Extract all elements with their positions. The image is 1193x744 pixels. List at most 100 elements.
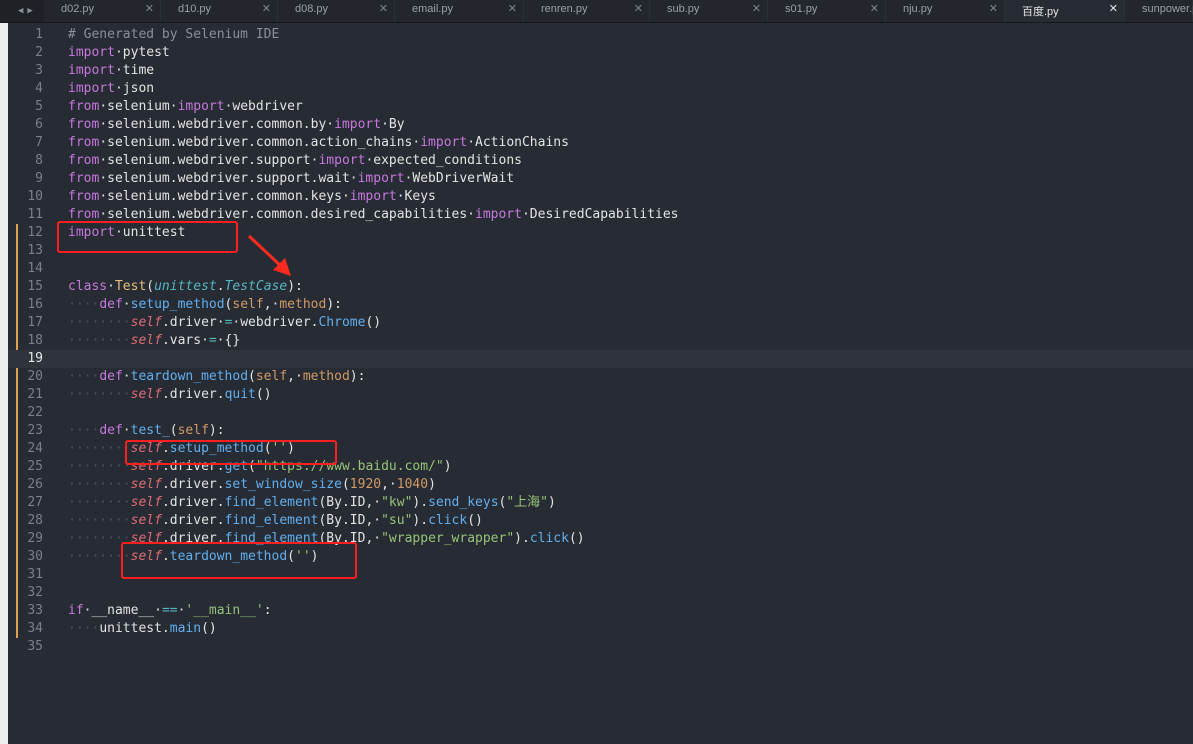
- highlight-import-unittest: [57, 221, 238, 253]
- code-line[interactable]: 23 ····def·test_(self):: [8, 422, 1193, 440]
- code-token: ·: [122, 369, 131, 384]
- code-line[interactable]: 2 import·pytest: [8, 44, 1193, 62]
- code-token: ): [548, 495, 556, 510]
- code-line[interactable]: 20 ····def·teardown_method(self,·method):: [8, 368, 1193, 386]
- code-line[interactable]: 15 class·Test(unittest.TestCase):: [8, 278, 1193, 296]
- code-line[interactable]: 21 ········self.driver.quit(): [8, 386, 1193, 404]
- code-editor[interactable]: 1 # Generated by Selenium IDE 2 import·pyte…: [8, 26, 1193, 744]
- line-number: 4: [35, 81, 43, 96]
- code-text: ····unittest.main(): [68, 620, 217, 638]
- code-line[interactable]: 10 from·selenium.webdriver.common.keys·im…: [8, 188, 1193, 206]
- tab-d10-py[interactable]: d10.py ✕: [161, 0, 278, 22]
- code-line[interactable]: 28 ········self.driver.find_element(By.ID…: [8, 512, 1193, 530]
- code-token: self: [255, 369, 288, 384]
- code-token: ········: [68, 477, 131, 492]
- code-token: self: [177, 423, 209, 438]
- code-line[interactable]: 9 from·selenium.webdriver.support.wait·im…: [8, 170, 1193, 188]
- code-token: .driver.: [161, 495, 225, 510]
- tab-email-py[interactable]: email.py ✕: [395, 0, 524, 22]
- code-text: ····def·teardown_method(self,·method):: [68, 368, 365, 386]
- code-token: ): [443, 459, 452, 474]
- close-icon[interactable]: ✕: [145, 2, 154, 15]
- code-token: ········: [68, 459, 131, 474]
- close-icon[interactable]: ✕: [989, 2, 998, 15]
- code-token: ·: [107, 279, 115, 294]
- line-number: 11: [27, 207, 43, 222]
- code-token: # Generated by Selenium IDE: [68, 27, 280, 42]
- code-text: from·selenium.webdriver.common.keys·impo…: [68, 188, 436, 206]
- code-line[interactable]: 7 from·selenium.webdriver.common.action_c…: [8, 134, 1193, 152]
- code-line[interactable]: 5 from·selenium·import·webdriver: [8, 98, 1193, 116]
- line-number: 12: [27, 225, 43, 240]
- code-token: from: [68, 99, 100, 114]
- tab-s01-py[interactable]: s01.py ✕: [768, 0, 886, 22]
- tab-label: sunpower.py: [1142, 3, 1193, 15]
- close-icon[interactable]: ✕: [508, 2, 517, 15]
- code-token: (): [568, 531, 585, 546]
- code-line[interactable]: 4 import·json: [8, 80, 1193, 98]
- line-number: 34: [27, 621, 43, 636]
- line-number: 8: [35, 153, 43, 168]
- code-line[interactable]: 8 from·selenium.webdriver.support·import·…: [8, 152, 1193, 170]
- tab-renren-py[interactable]: renren.py ✕: [524, 0, 650, 22]
- code-line[interactable]: 3 import·time: [8, 62, 1193, 80]
- tab-d02-py[interactable]: d02.py ✕: [44, 0, 161, 22]
- code-line[interactable]: 33 if·__name__·==·'__main__':: [8, 602, 1193, 620]
- tab--py[interactable]: 百度.py ✕: [1005, 0, 1125, 22]
- tab-sunpower-py[interactable]: sunpower.py: [1125, 0, 1193, 22]
- code-token: unittest.: [99, 621, 170, 636]
- code-line[interactable]: 35: [8, 638, 1193, 656]
- code-token: def: [99, 297, 123, 312]
- code-line[interactable]: 18 ········self.vars·=·{}: [8, 332, 1193, 350]
- code-token: find_element: [224, 495, 319, 510]
- code-line[interactable]: 1 # Generated by Selenium IDE: [8, 26, 1193, 44]
- code-line[interactable]: 22: [8, 404, 1193, 422]
- code-token: click: [529, 531, 569, 546]
- code-token: import: [334, 117, 382, 132]
- code-token: self: [130, 495, 162, 510]
- code-token: self: [130, 315, 162, 330]
- code-line[interactable]: 34 ····unittest.main(): [8, 620, 1193, 638]
- code-token: ····: [68, 621, 100, 636]
- code-line[interactable]: 17 ········self.driver·=·webdriver.Chrome…: [8, 314, 1193, 332]
- code-token: ·webdriver: [224, 99, 303, 114]
- tab-label: d10.py: [178, 3, 212, 15]
- right-arrow-icon[interactable]: ▶: [27, 6, 32, 16]
- code-token: "wrapper_wrapper": [381, 531, 515, 546]
- code-token: ········: [68, 315, 131, 330]
- close-icon[interactable]: ✕: [379, 2, 388, 15]
- tab-d08-py[interactable]: d08.py ✕: [278, 0, 395, 22]
- code-token: self: [232, 297, 264, 312]
- code-token: ,·: [287, 369, 303, 384]
- line-number: 3: [35, 63, 43, 78]
- code-line[interactable]: 32: [8, 584, 1193, 602]
- code-token: import: [475, 207, 522, 222]
- close-icon[interactable]: ✕: [870, 2, 879, 15]
- code-token: self: [130, 333, 162, 348]
- code-line[interactable]: 6 from·selenium.webdriver.common.by·impor…: [8, 116, 1193, 134]
- code-token: ·selenium.webdriver.common.action_chains…: [99, 135, 421, 150]
- code-text: from·selenium.webdriver.common.action_ch…: [68, 134, 569, 152]
- close-icon[interactable]: ✕: [262, 2, 271, 15]
- tab-nju-py[interactable]: nju.py ✕: [886, 0, 1005, 22]
- code-line[interactable]: 16 ····def·setup_method(self,·method):: [8, 296, 1193, 314]
- code-token: ·selenium·: [99, 99, 178, 114]
- code-token: ).: [514, 531, 530, 546]
- code-line[interactable]: 19: [8, 350, 1193, 368]
- line-number: 9: [35, 171, 43, 186]
- tab-sub-py[interactable]: sub.py ✕: [650, 0, 768, 22]
- close-icon[interactable]: ✕: [634, 2, 643, 15]
- close-icon[interactable]: ✕: [752, 2, 761, 15]
- code-line[interactable]: 27 ········self.driver.find_element(By.ID…: [8, 494, 1193, 512]
- close-icon[interactable]: ✕: [1109, 2, 1118, 15]
- left-arrow-icon[interactable]: ◀: [18, 6, 23, 16]
- line-number: 35: [27, 639, 43, 654]
- code-token: (: [248, 369, 256, 384]
- tab-label: 百度.py: [1022, 6, 1059, 18]
- code-text: from·selenium.webdriver.support.wait·imp…: [68, 170, 514, 188]
- line-number: 16: [27, 297, 43, 312]
- line-number: 32: [27, 585, 43, 600]
- code-line[interactable]: 26 ········self.driver.set_window_size(19…: [8, 476, 1193, 494]
- code-text: import·json: [68, 80, 154, 98]
- code-line[interactable]: 14: [8, 260, 1193, 278]
